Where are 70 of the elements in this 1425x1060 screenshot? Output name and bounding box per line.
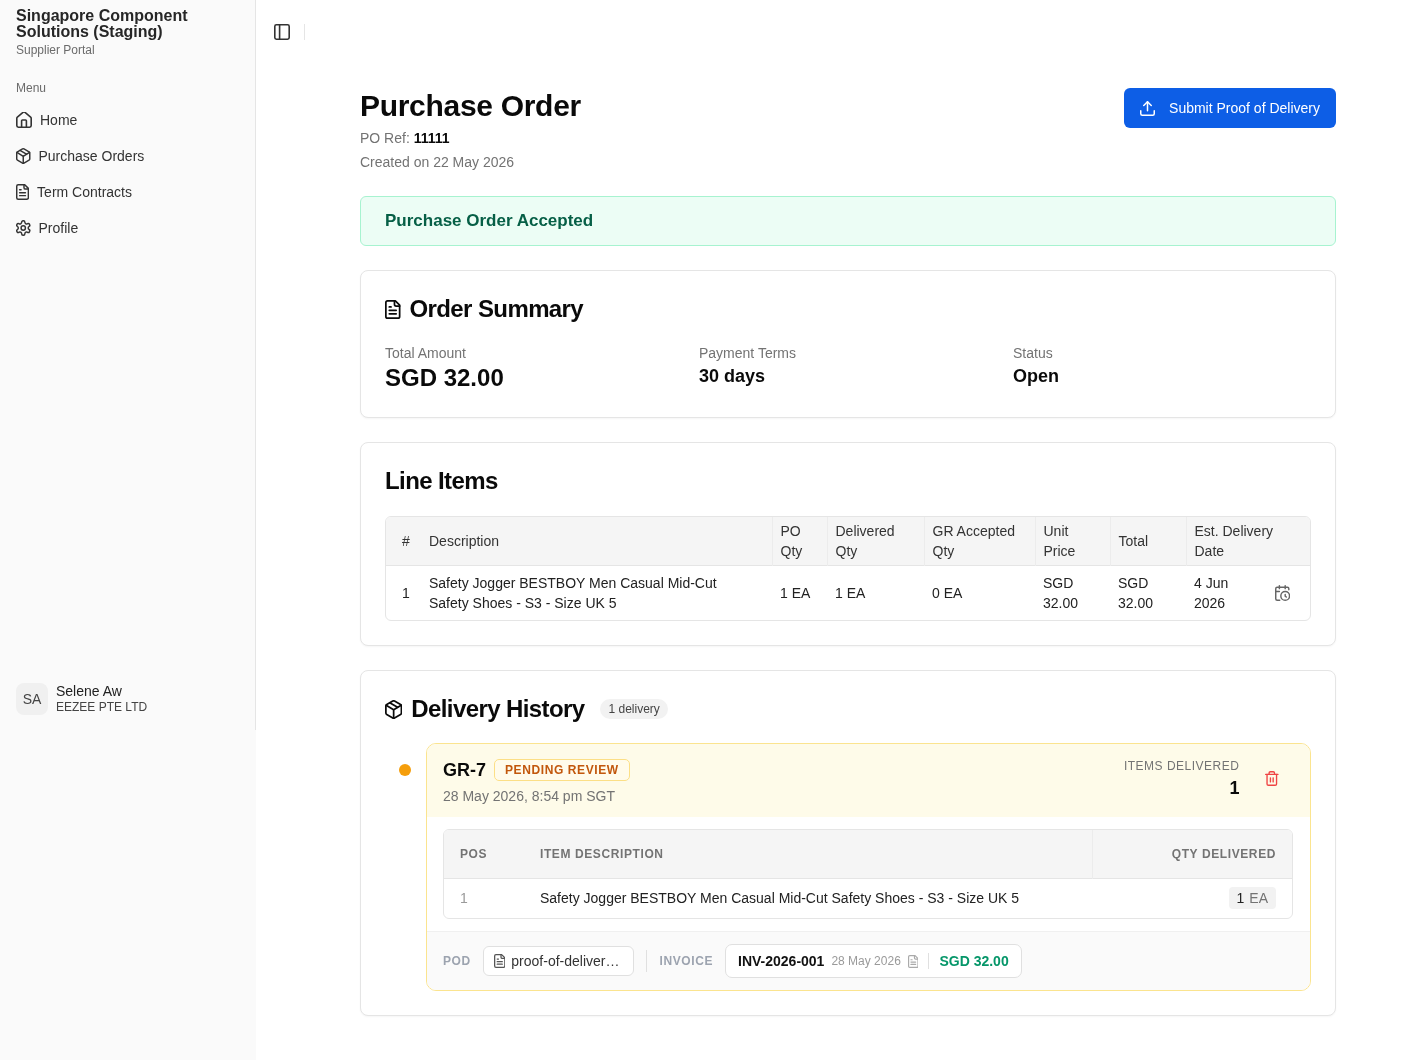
column-header: # — [386, 517, 421, 566]
invoice-amount: SGD 32.00 — [939, 953, 1009, 969]
nav-item[interactable]: Profile — [8, 210, 247, 246]
pod-label: POD — [443, 954, 471, 968]
nav-item[interactable]: Purchase Orders — [8, 138, 247, 174]
table-cell: SGD 32.00 — [1035, 565, 1110, 620]
portal-subtitle: Supplier Portal — [16, 42, 95, 58]
nav-item[interactable]: Home — [8, 102, 247, 138]
column-header: POS — [444, 830, 524, 878]
invoice-date: 28 May 2026 — [831, 954, 901, 968]
table-cell: 0 EA — [924, 565, 1035, 620]
document-icon — [493, 954, 506, 968]
delivery-date: 4 Jun 2026 — [1194, 574, 1230, 613]
quantity-pill: 1 EA — [1228, 887, 1276, 910]
calendar-clock-icon[interactable] — [1274, 585, 1290, 601]
delete-icon[interactable] — [1265, 771, 1279, 786]
section-title: Order Summary — [409, 295, 584, 323]
column-header: GR Accepted Qty — [924, 517, 1035, 566]
document-icon — [16, 184, 30, 200]
column-header: Unit Price — [1035, 517, 1110, 566]
submit-proof-button[interactable]: Submit Proof of Delivery — [1124, 88, 1336, 128]
field-value: Open — [1013, 365, 1059, 388]
column-header: PO Qty — [772, 517, 827, 566]
field-label: Total Amount — [385, 344, 466, 363]
section-title: Delivery History — [411, 695, 585, 723]
user-company: EEZEE PTE LTD — [56, 699, 148, 715]
organization-name: Singapore Component Solutions (Staging) — [16, 8, 189, 40]
table-cell: 1 — [444, 878, 524, 918]
field-value: 30 days — [699, 365, 766, 388]
package-icon — [385, 699, 403, 719]
timeline-dot-icon — [399, 764, 411, 776]
field-label: Status — [1013, 344, 1053, 363]
table-cell: SGD 32.00 — [1110, 565, 1186, 620]
invoice-number: INV-2026-001 — [738, 953, 825, 969]
delivery-datetime: 28 May 2026, 8:54 pm SGT — [443, 787, 615, 806]
status-badge: PENDING REVIEW — [494, 759, 630, 781]
table-cell: Safety Jogger BESTBOY Men Casual Mid-Cut Safety Shoes - S3 - Size UK 5 — [524, 878, 1092, 918]
items-delivered-label: ITEMS DELIVERED — [1123, 758, 1240, 774]
package-icon — [16, 148, 31, 164]
status-alert: Purchase Order Accepted — [360, 196, 1336, 246]
items-delivered-count: 1 — [1229, 777, 1240, 800]
column-header: QTY DELIVERED — [1092, 830, 1292, 878]
column-header: Description — [421, 517, 772, 566]
upload-icon — [1140, 100, 1156, 116]
delivery-id: GR-7 — [443, 759, 486, 782]
nav-item[interactable]: Term Contracts — [8, 174, 247, 210]
pod-file-button[interactable]: proof-of-deliver… — [482, 946, 635, 976]
gear-icon — [16, 220, 31, 236]
section-title: Line Items — [385, 467, 499, 495]
column-header: Est. Delivery Date — [1186, 517, 1310, 566]
document-icon — [385, 299, 401, 319]
created-date: Created on 22 May 2026 — [360, 153, 516, 172]
field-value: SGD 32.00 — [385, 363, 504, 393]
column-header: Delivered Qty — [827, 517, 924, 566]
po-reference: PO Ref: 11111 — [360, 129, 451, 148]
column-header: ITEM DESCRIPTION — [524, 830, 1092, 878]
user-avatar: SA — [16, 683, 48, 715]
table-cell: 1 EA — [772, 565, 827, 620]
invoice-label: INVOICE — [659, 954, 713, 968]
user-name: Selene Aw — [56, 683, 123, 699]
field-label: Payment Terms — [699, 344, 796, 363]
count-badge: 1 delivery — [600, 699, 668, 719]
table-cell: 1 EA — [827, 565, 924, 620]
house-icon — [16, 112, 32, 128]
page-title: Purchase Order — [360, 88, 581, 124]
sidebar-toggle-icon[interactable] — [274, 24, 290, 40]
column-header: Total — [1110, 517, 1186, 566]
table-cell: 1 — [386, 565, 421, 620]
table-cell: Safety Jogger BESTBOY Men Casual Mid-Cut Safety Shoes - S3 - Size UK 5 — [421, 565, 772, 620]
menu-heading: Menu — [16, 80, 47, 96]
